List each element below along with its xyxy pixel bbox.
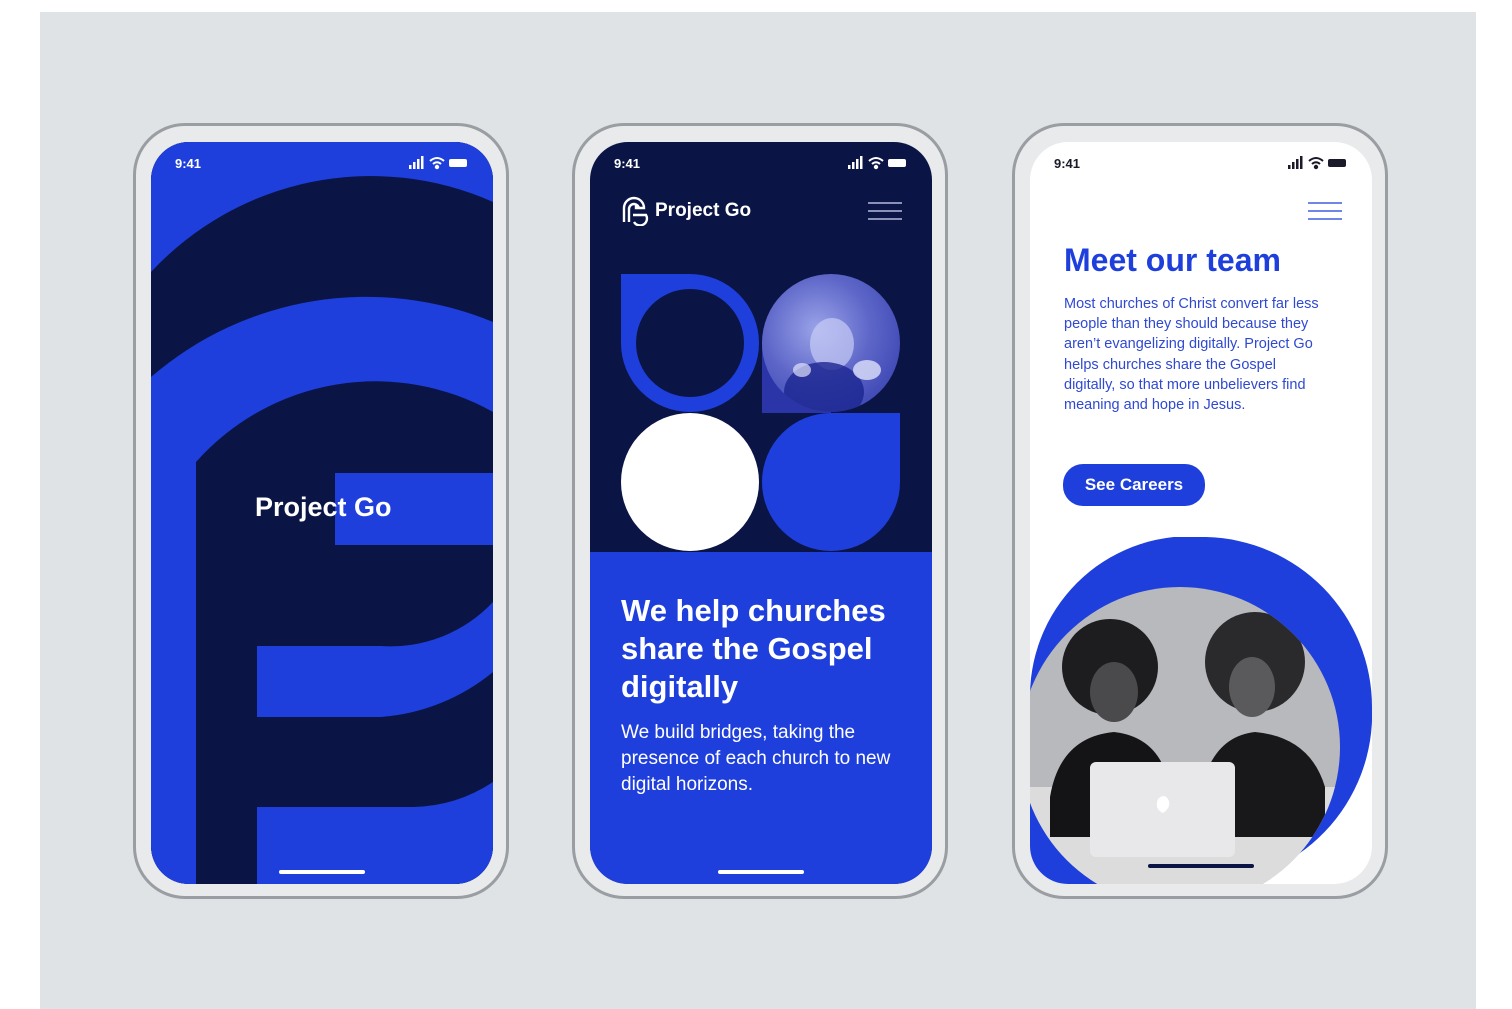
phone-team: 9:41 Meet our team Most churches of Chri… xyxy=(1012,123,1388,899)
status-time: 9:41 xyxy=(175,156,202,171)
wifi-icon xyxy=(1308,157,1324,170)
worship-photo-image xyxy=(784,318,881,412)
team-screen: 9:41 Meet our team Most churches of Chri… xyxy=(1030,142,1372,884)
splash-screen: 9:41 Project Go xyxy=(151,142,493,884)
wifi-icon xyxy=(429,157,445,170)
status-icons xyxy=(1288,156,1346,170)
phone-home: 9:41 Project Go We help churches share t… xyxy=(572,123,948,899)
phone-splash: 9:41 Project Go xyxy=(133,123,509,899)
team-title: Meet our team xyxy=(1064,242,1281,278)
home-indicator xyxy=(1148,864,1254,868)
home-screen: 9:41 Project Go We help churches share t… xyxy=(590,142,932,884)
see-careers-button[interactable]: See Careers xyxy=(1063,464,1205,506)
hero-photo xyxy=(762,274,900,412)
battery-icon xyxy=(1328,159,1346,167)
hamburger-menu-icon[interactable] xyxy=(1308,202,1342,220)
signal-icon xyxy=(409,156,424,169)
team-description: Most churches of Christ convert far less… xyxy=(1064,296,1319,414)
status-bar: 9:41 xyxy=(151,156,493,176)
home-indicator xyxy=(279,870,365,874)
signal-icon xyxy=(1288,156,1303,169)
status-icons xyxy=(409,156,467,170)
splash-title: Project Go xyxy=(255,492,392,522)
hero-subtitle: We build bridges, taking the presence of… xyxy=(621,722,891,795)
hero-title: We help churches share the Gospel digita… xyxy=(621,593,886,704)
home-indicator xyxy=(718,870,804,874)
team-photo-graphic xyxy=(1030,537,1372,884)
battery-icon xyxy=(449,159,467,167)
status-time: 9:41 xyxy=(1054,156,1081,171)
status-bar: 9:41 xyxy=(1030,156,1372,176)
